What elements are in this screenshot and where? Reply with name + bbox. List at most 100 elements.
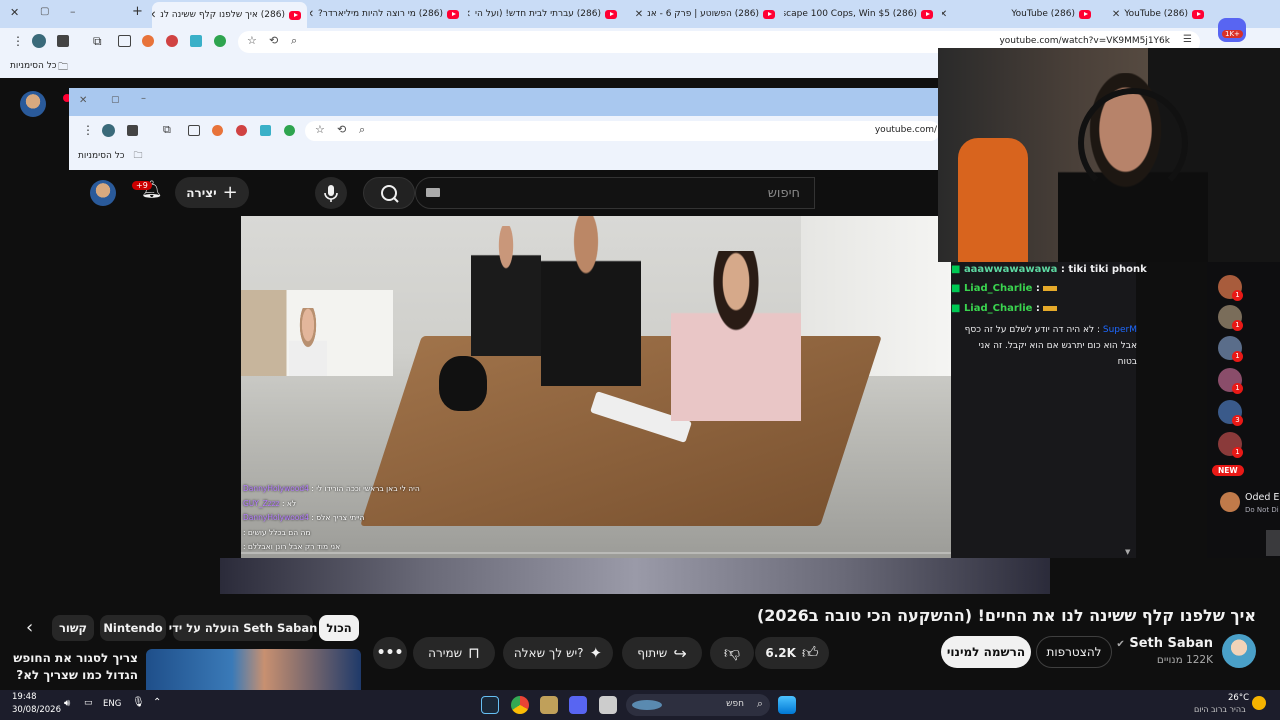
screenshot-icon[interactable]: ⟲ (269, 34, 278, 47)
extension-icon-3[interactable] (142, 35, 154, 47)
close-tab-icon[interactable]: ✕ (468, 9, 471, 20)
mic-tray-icon[interactable]: 🎙︎ (132, 697, 145, 708)
inner-address-bar[interactable]: ☆ ⟲ ⌕ youtube.com/ (305, 121, 940, 141)
weather-temp[interactable]: 26°C (1228, 693, 1249, 703)
more-actions-button[interactable]: ••• (373, 637, 407, 669)
extension-icon-2[interactable] (118, 35, 131, 47)
streamer-name[interactable]: Oded El (1245, 492, 1280, 503)
tray-chevron-icon[interactable]: ⌃ (153, 697, 161, 708)
app-icon-1[interactable] (540, 696, 558, 714)
tab-escape-cops[interactable]: (286) Escape 100 Cops, Win $5 ✕ (784, 3, 939, 25)
thumbs-up-icon: 👍︎ (801, 643, 819, 662)
all-bookmarks-link[interactable]: כל הסימניות (10, 61, 57, 71)
chip-related[interactable]: קשור (52, 615, 94, 641)
keyboard-icon[interactable] (426, 188, 440, 197)
extension-icon-5[interactable] (260, 125, 271, 136)
close-tab-icon[interactable]: ✕ (152, 10, 156, 21)
screenshot-icon[interactable]: ⟲ (337, 123, 346, 136)
chrome-icon[interactable] (511, 696, 529, 714)
overlay-chat-line: DannyHolywood4 : היה לי באן בראשי וככה ה… (243, 484, 420, 493)
thumbs-down-icon: 👎︎ (723, 643, 741, 662)
extensions-puzzle-icon[interactable]: ⧉ (163, 123, 171, 137)
menu-kebab-icon[interactable]: ⋮ (12, 34, 24, 48)
save-button[interactable]: שמירה ⊓ (413, 637, 495, 669)
search-button[interactable] (363, 177, 415, 209)
close-tab-icon[interactable]: ✕ (1112, 9, 1120, 20)
menu-kebab-icon[interactable]: ⋮ (82, 123, 94, 137)
share-button[interactable]: שיתוף ↪ (622, 637, 702, 669)
volume-icon[interactable]: 🔊︎ (64, 698, 70, 709)
channel-avatar[interactable] (1222, 634, 1256, 668)
extension-icon-4[interactable] (166, 35, 178, 47)
avatar[interactable] (90, 180, 116, 206)
folder-icon: 🗀 (133, 151, 143, 161)
search-input[interactable]: חיפוש (415, 177, 815, 209)
network-icon[interactable]: ▭ (84, 698, 93, 708)
chat-badge-icon: ■ (951, 264, 961, 275)
site-settings-icon[interactable]: ☰ (1183, 34, 1192, 45)
recommendation-thumbnail[interactable] (146, 649, 361, 690)
video-player[interactable]: DannyHolywood4 : היה לי באן בראשי וככה ה… (241, 216, 952, 558)
windows-start-icon[interactable] (778, 696, 796, 714)
new-tab-button[interactable]: + (132, 4, 143, 19)
language-indicator[interactable]: ENG (103, 699, 121, 709)
extension-icon-6[interactable] (284, 125, 295, 136)
bookmark-star-icon[interactable]: ☆ (247, 34, 257, 47)
bookmark-star-icon[interactable]: ☆ (315, 123, 325, 136)
close-window-icon[interactable]: ✕ (79, 95, 87, 106)
recommendation-title[interactable]: צריך לסגור את החופש הגדול כמו שצריך לא? (10, 650, 138, 684)
clock-time: 19:48 (12, 692, 37, 702)
video-title: איך שלפנו קלף ששינה לנו את החיים! (ההשקע… (756, 606, 1256, 625)
fish-graphic (632, 700, 662, 710)
mic-button[interactable] (315, 177, 347, 209)
extension-icon-1[interactable] (57, 35, 69, 47)
extension-icon-4[interactable] (236, 125, 247, 136)
taskbar-search[interactable]: חפש ⌕ (626, 694, 770, 716)
tab-active-video[interactable]: (286) איך שלפנו קלף ששינה לנ ✕ (152, 2, 307, 28)
zoom-icon[interactable]: ⌕ (291, 34, 297, 48)
ask-button[interactable]: יש לך שאלה? ✦ (503, 637, 613, 669)
file-explorer-icon[interactable] (599, 696, 617, 714)
channel-avatar[interactable] (1220, 492, 1240, 512)
extension-icon-5[interactable] (190, 35, 202, 47)
channel-name-row[interactable]: ✔ Seth Saban (1116, 636, 1213, 651)
tab-hapshuta[interactable]: (286) הפשוטע | פרק 6 - אנ ✕ (626, 3, 781, 25)
cam-orange-jacket (958, 138, 1028, 262)
close-tab-icon[interactable]: ✕ (310, 9, 314, 20)
tab-new-house[interactable]: (286) עברתי לבית חדש! (ועל הי ✕ (468, 3, 623, 25)
profile-icon[interactable] (32, 34, 46, 48)
profile-icon[interactable] (102, 124, 115, 137)
extension-icon-6[interactable] (214, 35, 226, 47)
tab-millionaire[interactable]: (286) מי רוצה להיות מיליארדר? ✕ (310, 3, 465, 25)
like-button[interactable]: 6.2K 👍︎ (755, 637, 829, 669)
sidebar-scroll-handle[interactable] (1266, 530, 1280, 556)
extension-icon-1[interactable] (127, 125, 138, 136)
close-tab-icon[interactable]: ✕ (635, 9, 643, 20)
tab-youtube-1[interactable]: (286) YouTube ✕ (1100, 3, 1210, 25)
discord-taskbar-icon[interactable] (569, 696, 587, 714)
maximize-icon[interactable]: ▢ (111, 95, 120, 105)
chips-chevron-left-icon[interactable]: ‹ (26, 617, 33, 638)
dislike-button[interactable]: 👎︎ (710, 637, 754, 669)
progress-bar[interactable] (241, 552, 952, 554)
minimize-icon[interactable]: – (70, 5, 76, 18)
extension-icon-3[interactable] (212, 125, 223, 136)
close-tab-icon[interactable]: ✕ (942, 9, 947, 20)
chat-scroll-arrow-icon[interactable]: ▼ (1125, 548, 1130, 556)
all-bookmarks-link[interactable]: כל הסימניות (78, 151, 125, 161)
chip-nintendo[interactable]: Nintendo (100, 615, 166, 641)
steam-icon[interactable] (481, 696, 499, 714)
subscribe-button[interactable]: הרשמה למינוי (941, 636, 1031, 668)
maximize-icon[interactable]: ▢ (40, 6, 49, 17)
extensions-puzzle-icon[interactable]: ⧉ (93, 34, 102, 49)
create-button[interactable]: יצירה + (175, 177, 249, 208)
join-button[interactable]: להצטרפות (1036, 636, 1112, 668)
tab-youtube-2[interactable]: (286) YouTube ✕ (942, 3, 1097, 25)
chip-uploaded-by[interactable]: הועלה על ידי Seth Saban (169, 615, 317, 641)
chip-all[interactable]: הכול (319, 615, 359, 641)
minimize-icon[interactable]: – (141, 93, 146, 104)
close-window-icon[interactable]: ✕ (10, 6, 19, 19)
extension-icon-2[interactable] (188, 125, 200, 136)
zoom-icon[interactable]: ⌕ (359, 123, 365, 137)
avatar[interactable] (20, 91, 46, 117)
